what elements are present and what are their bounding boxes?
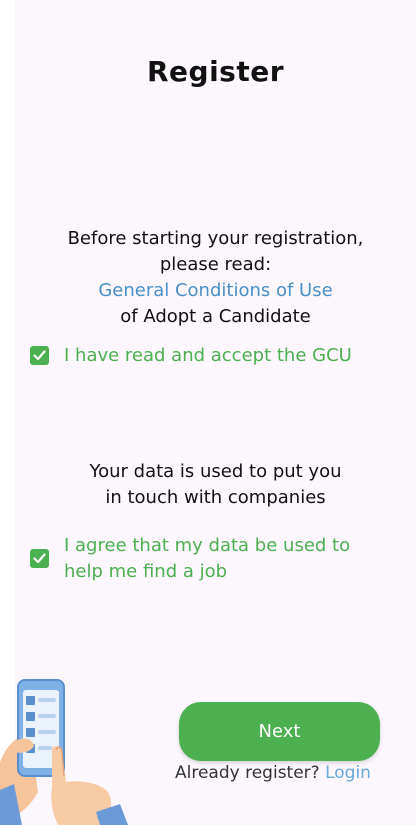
check-icon — [33, 350, 46, 361]
data-consent-label[interactable]: I agree that my data be used to help me … — [64, 533, 350, 585]
gcu-checkbox[interactable] — [30, 346, 49, 365]
data-consent-checkbox[interactable] — [30, 549, 49, 568]
gcu-link[interactable]: General Conditions of Use — [15, 278, 416, 304]
next-button[interactable]: Next — [179, 702, 380, 761]
data-intro-line2: in touch with companies — [105, 487, 326, 508]
data-consent-checkbox-row[interactable]: I agree that my data be used to help me … — [30, 533, 410, 585]
login-link[interactable]: Login — [325, 763, 371, 783]
data-consent-label-line1: I agree that my data be used to — [64, 535, 351, 556]
gcu-checkbox-row[interactable]: I have read and accept the GCU — [30, 343, 410, 369]
gcu-intro: Before starting your registration, pleas… — [15, 226, 416, 330]
data-consent-label-line2: help me find a job — [64, 561, 228, 582]
login-prompt: Already register? Login — [175, 763, 405, 783]
gcu-checkbox-label[interactable]: I have read and accept the GCU — [64, 343, 352, 369]
page-title: Register — [146, 55, 285, 88]
check-icon — [33, 553, 46, 564]
gcu-intro-line2: please read: — [159, 254, 272, 275]
data-usage-intro: Your data is used to put you in touch wi… — [15, 459, 416, 511]
already-register-text: Already register? — [175, 763, 320, 783]
data-intro-line1: Your data is used to put you — [89, 461, 342, 482]
hand-holding-phone-illustration — [0, 679, 128, 825]
gcu-intro-line1: Before starting your registration, — [67, 228, 364, 249]
gcu-intro-line4: of Adopt a Candidate — [120, 306, 311, 327]
